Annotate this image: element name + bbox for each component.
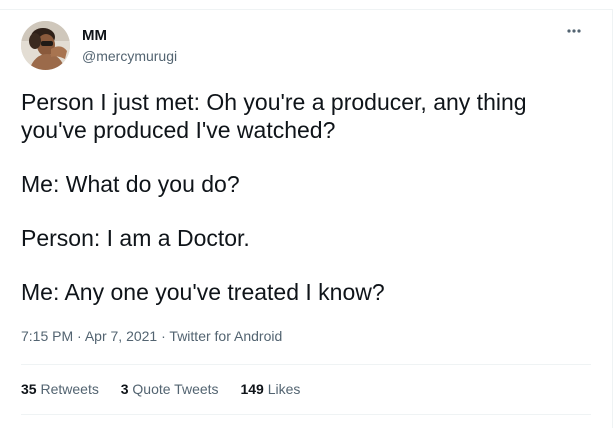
retweets-label: Retweets: [40, 381, 99, 397]
tweet-paragraph: Me: Any one you've treated I know?: [21, 279, 385, 305]
divider: [21, 414, 591, 415]
quote-tweets-stat[interactable]: 3 Quote Tweets: [121, 380, 219, 398]
tweet-paragraph: Me: What do you do?: [21, 171, 240, 197]
tweet-metadata: 7:15 PM · Apr 7, 2021 · Twitter for Andr…: [21, 327, 282, 345]
meta-separator: ·: [77, 328, 82, 344]
tweet-paragraph: Person: I am a Doctor.: [21, 225, 250, 251]
divider: [21, 364, 591, 365]
user-display-name[interactable]: MM: [82, 27, 107, 45]
avatar[interactable]: [21, 21, 70, 70]
meta-separator: ·: [161, 328, 166, 344]
frame-top-border: [0, 9, 613, 10]
tweet-stats: 35 Retweets 3 Quote Tweets 149 Likes: [21, 380, 318, 398]
tweet-date: Apr 7, 2021: [84, 328, 158, 344]
tweet-time: 7:15 PM: [21, 328, 74, 344]
likes-label: Likes: [267, 381, 301, 397]
tweet-paragraph: Person I just met: Oh you're a producer,…: [21, 89, 527, 143]
likes-count: 149: [240, 381, 264, 397]
tweet-text: Person I just met: Oh you're a producer,…: [21, 88, 591, 332]
retweets-count: 35: [21, 381, 37, 397]
retweets-stat[interactable]: 35 Retweets: [21, 380, 99, 398]
tweet-source-link[interactable]: Twitter for Android: [169, 328, 282, 344]
more-options-icon[interactable]: [560, 20, 588, 42]
quote-tweets-label: Quote Tweets: [132, 381, 219, 397]
user-handle[interactable]: @mercymurugi: [82, 48, 177, 64]
likes-stat[interactable]: 149 Likes: [240, 380, 300, 398]
avatar-photo: [21, 21, 70, 70]
quote-tweets-count: 3: [120, 381, 129, 397]
tweet-time-link[interactable]: 7:15 PM · Apr 7, 2021: [21, 328, 157, 344]
